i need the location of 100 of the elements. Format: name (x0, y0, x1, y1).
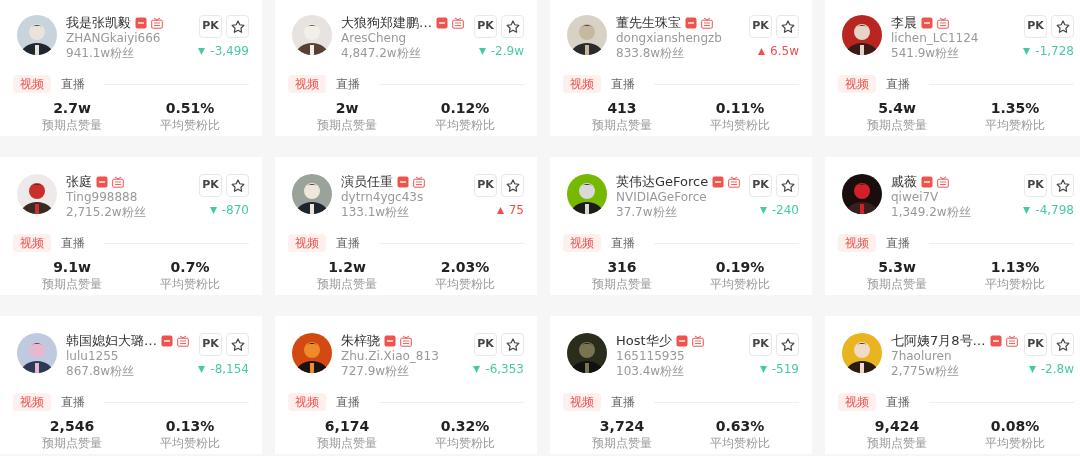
favorite-button[interactable] (776, 15, 799, 38)
stat-value: 9.1w (53, 258, 91, 276)
favorite-button[interactable] (1051, 174, 1074, 197)
stat-value: 2,546 (49, 417, 95, 435)
creator-name[interactable]: 董先生珠宝 (616, 15, 681, 31)
creator-name[interactable]: 七阿姨7月8号… (891, 333, 986, 349)
stat-value: 0.32% (440, 417, 490, 435)
username: Zhu.Zi.Xiao_813 (341, 349, 440, 364)
favorite-button[interactable] (501, 333, 524, 356)
stat-label: 预期点赞量 (42, 276, 102, 292)
creator-name[interactable]: 张庭 (66, 174, 92, 190)
stat-label: 平均赞粉比 (435, 276, 495, 292)
username: qiwei7V (891, 190, 940, 205)
star-icon (1054, 336, 1071, 353)
follower-count: 103.4w粉丝 (616, 364, 686, 379)
favorite-button[interactable] (501, 174, 524, 197)
stat-value: 5.3w (878, 258, 916, 276)
content-tab[interactable]: 直播 (604, 234, 642, 252)
content-tab[interactable]: 直播 (604, 393, 642, 411)
content-tab[interactable]: 直播 (54, 393, 92, 411)
stat-value: 6,174 (324, 417, 370, 435)
content-tab[interactable]: 直播 (329, 75, 367, 93)
star-icon (779, 336, 796, 353)
creator-name[interactable]: 李晨 (891, 15, 917, 31)
pk-button[interactable]: PK (749, 174, 772, 197)
username: lulu1255 (66, 349, 120, 364)
content-tab[interactable]: 直播 (329, 393, 367, 411)
creator-name[interactable]: 戚薇 (891, 174, 917, 190)
pk-button[interactable]: PK (474, 333, 497, 356)
favorite-button[interactable] (776, 333, 799, 356)
content-tab[interactable]: 直播 (54, 234, 92, 252)
stat-value: 1.13% (990, 258, 1040, 276)
store-icon (712, 176, 725, 188)
stat-value: 413 (607, 99, 637, 117)
favorite-button[interactable] (501, 15, 524, 38)
trend-value: -1,728 (1035, 44, 1074, 58)
creator-name[interactable]: 大狼狗郑建鹏… (341, 15, 432, 31)
pk-button[interactable]: PK (474, 174, 497, 197)
pk-button[interactable]: PK (199, 333, 222, 356)
pk-button[interactable]: PK (749, 333, 772, 356)
username: lichen_LC1124 (891, 31, 980, 46)
store-icon (161, 335, 173, 347)
pk-button[interactable]: PK (1024, 174, 1047, 197)
store-icon (384, 335, 396, 347)
stat-label: 预期点赞量 (592, 117, 652, 133)
stat-value: 0.11% (715, 99, 765, 117)
stat-value: 316 (607, 258, 637, 276)
stat-value: 0.13% (165, 417, 215, 435)
live-icon (413, 176, 425, 188)
creator-name[interactable]: 演员任重 (341, 174, 393, 190)
trend-value: -870 (221, 203, 249, 217)
pk-button[interactable]: PK (1024, 15, 1047, 38)
creator-name[interactable]: 朱梓骁 (341, 333, 380, 349)
pk-button[interactable]: PK (1024, 333, 1047, 356)
stat-label: 平均赞粉比 (985, 435, 1045, 451)
follower-count: 541.9w粉丝 (891, 46, 961, 61)
pk-button[interactable]: PK (199, 15, 222, 38)
pk-button[interactable]: PK (474, 15, 497, 38)
content-tab[interactable]: 直播 (879, 75, 917, 93)
star-icon (229, 336, 246, 353)
pk-button[interactable]: PK (199, 174, 222, 197)
star-icon (504, 177, 521, 194)
creator-name[interactable]: 我是张凯毅 (66, 15, 131, 31)
favorite-button[interactable] (226, 174, 249, 197)
stat-label: 预期点赞量 (592, 276, 652, 292)
stat-label: 平均赞粉比 (160, 276, 220, 292)
creator-name[interactable]: Host华少 (616, 333, 672, 349)
follower-count: 4,847.2w粉丝 (341, 46, 422, 61)
favorite-button[interactable] (226, 15, 249, 38)
follower-count: 133.1w粉丝 (341, 205, 411, 220)
store-icon (685, 17, 697, 29)
stat-label: 平均赞粉比 (160, 117, 220, 133)
trend-value: -6,353 (485, 362, 524, 376)
content-tab[interactable]: 直播 (879, 234, 917, 252)
trend-value: 6.5w (770, 44, 799, 58)
live-icon (177, 335, 189, 347)
stat-value: 0.7% (170, 258, 210, 276)
stat-label: 平均赞粉比 (985, 276, 1045, 292)
creator-name[interactable]: 韩国媳妇大璐… (66, 333, 157, 349)
favorite-button[interactable] (226, 333, 249, 356)
content-tab[interactable]: 直播 (54, 75, 92, 93)
live-icon (151, 17, 163, 29)
live-icon (452, 17, 464, 29)
stat-label: 平均赞粉比 (710, 276, 770, 292)
username: 7haoluren (891, 349, 953, 364)
live-icon (701, 17, 713, 29)
stat-value: 2.7w (53, 99, 91, 117)
favorite-button[interactable] (1051, 15, 1074, 38)
live-icon (400, 335, 412, 347)
stat-label: 平均赞粉比 (435, 435, 495, 451)
creator-name[interactable]: 英伟达GeForce (616, 174, 709, 190)
content-tab[interactable]: 直播 (329, 234, 367, 252)
star-icon (229, 177, 246, 194)
stat-value: 0.51% (165, 99, 215, 117)
content-tab[interactable]: 直播 (604, 75, 642, 93)
username: NVIDIAGeForce (616, 190, 708, 205)
content-tab[interactable]: 直播 (879, 393, 917, 411)
pk-button[interactable]: PK (749, 15, 772, 38)
favorite-button[interactable] (1051, 333, 1074, 356)
favorite-button[interactable] (776, 174, 799, 197)
